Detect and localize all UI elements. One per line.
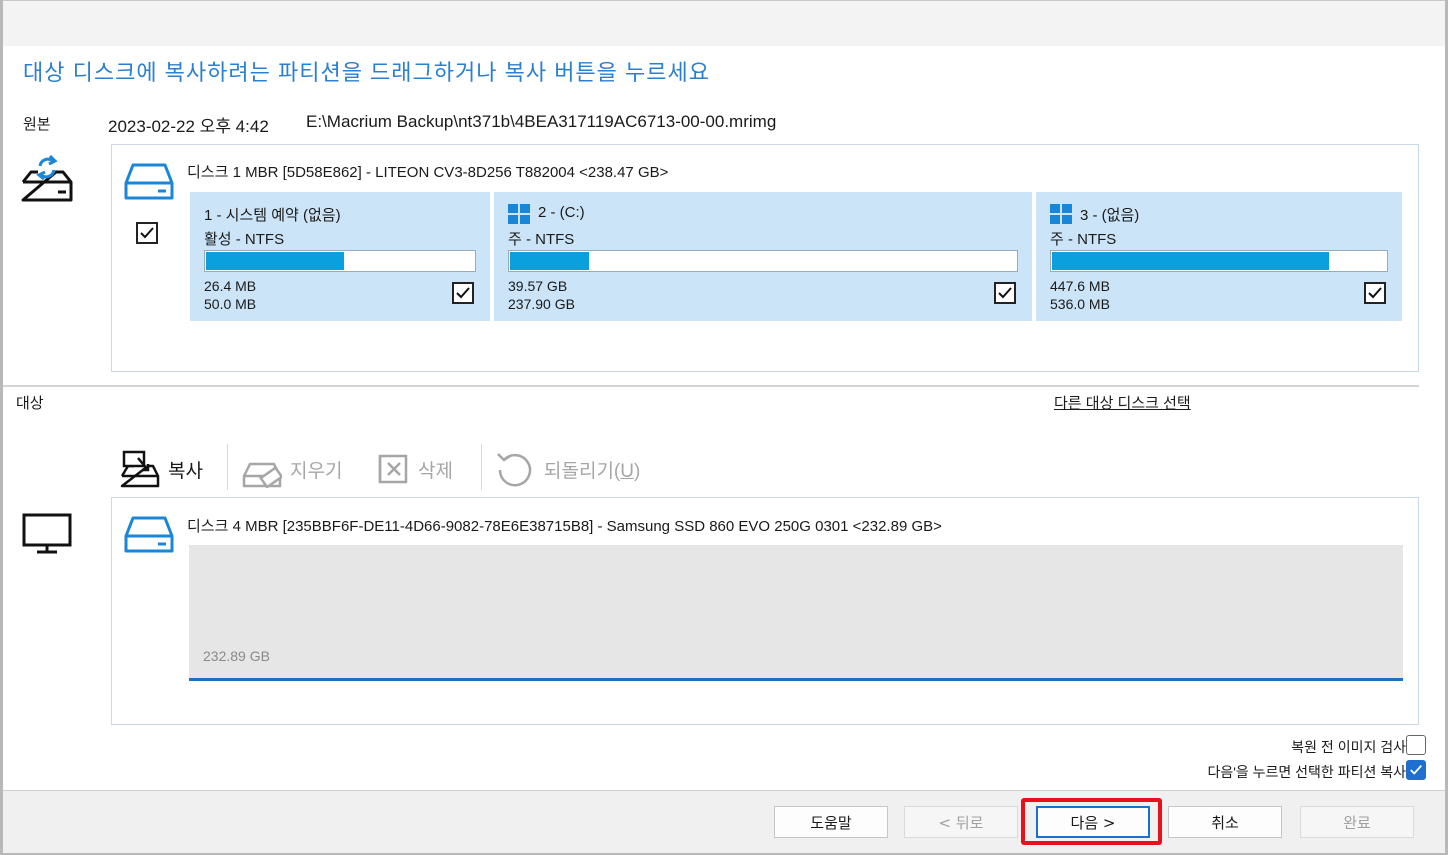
hard-disk-icon	[124, 163, 174, 200]
windows-logo-icon	[1050, 204, 1072, 224]
partition-total: 50.0 MB	[204, 296, 257, 312]
windows-logo-icon	[508, 204, 530, 224]
copy-selected-label: 다음'을 누르면 선택한 파티션 복사	[1207, 764, 1406, 780]
partition-used: 447.6 MB	[1050, 278, 1110, 294]
partition-1[interactable]: 1 - 시스템 예약 (없음) 활성 - NTFS 26.4 MB 50.0 M…	[190, 192, 490, 321]
partition-name: 2 - (C:)	[538, 204, 585, 221]
partition-name: 3 - (없음)	[1080, 207, 1140, 224]
source-label: 원본	[23, 116, 51, 133]
partition-type: 활성 - NTFS	[204, 231, 285, 248]
toolbar-separator	[481, 444, 482, 490]
computer-monitor-icon	[22, 513, 72, 554]
delete-button[interactable]: 삭제	[376, 446, 453, 492]
copy-label: 복사	[168, 460, 203, 482]
target-disk-title: 디스크 4 MBR [235BBF6F-DE11-4D66-9082-78E6E…	[187, 518, 942, 535]
partition-total: 237.90 GB	[508, 296, 575, 312]
partition-type: 주 - NTFS	[508, 231, 575, 248]
undo-label: 되돌리기(U)	[544, 456, 640, 483]
erase-button[interactable]: 지우기	[240, 446, 342, 492]
cancel-button[interactable]: 취소	[1168, 806, 1282, 838]
verify-image-label: 복원 전 이미지 검사	[1291, 739, 1406, 755]
image-restore-icon	[21, 154, 73, 202]
delete-label: 삭제	[418, 460, 453, 482]
unallocated-size: 232.89 GB	[203, 648, 270, 664]
partition-2-checkbox[interactable]	[994, 282, 1016, 304]
undo-accelerator-key: U	[620, 460, 634, 482]
section-divider	[3, 385, 1419, 387]
source-date: 2023-02-22 오후 4:42	[108, 117, 269, 136]
undo-label-suffix: )	[633, 460, 641, 482]
undo-icon	[497, 453, 532, 487]
partition-usage-bar	[508, 250, 1018, 272]
page-heading: 대상 디스크에 복사하려는 파티션을 드래그하거나 복사 버튼을 누르세요	[23, 60, 710, 85]
partition-3-checkbox[interactable]	[1364, 282, 1386, 304]
partition-usage-bar	[1050, 250, 1388, 272]
partition-2[interactable]: 2 - (C:) 주 - NTFS 39.57 GB 237.90 GB	[494, 192, 1032, 321]
erase-icon	[242, 462, 282, 488]
usage-fill	[1052, 252, 1329, 270]
help-button[interactable]: 도움말	[774, 806, 888, 838]
partition-type: 주 - NTFS	[1050, 231, 1117, 248]
partition-used: 39.57 GB	[508, 278, 568, 294]
select-other-target-disk-link[interactable]: 다른 대상 디스크 선택	[1054, 392, 1191, 413]
source-disk-checkbox[interactable]	[136, 222, 158, 244]
copy-selected-checkbox[interactable]	[1406, 760, 1426, 780]
finish-button[interactable]: 완료	[1300, 806, 1414, 838]
next-button-highlight	[1021, 798, 1162, 845]
source-path: E:\Macrium Backup\nt371b\4BEA317119AC671…	[306, 112, 777, 131]
hard-disk-icon	[124, 516, 174, 553]
copy-partition-icon	[120, 450, 160, 488]
verify-image-checkbox[interactable]	[1406, 735, 1426, 755]
undo-label-text: 되돌리기(	[544, 460, 621, 482]
erase-label: 지우기	[290, 460, 343, 482]
unallocated-space[interactable]: 232.89 GB	[189, 545, 1403, 681]
undo-button[interactable]: 되돌리기(U)	[494, 446, 640, 492]
target-label: 대상	[16, 395, 44, 412]
title-bar	[3, 0, 1445, 46]
partition-3[interactable]: 3 - (없음) 주 - NTFS 447.6 MB 536.0 MB	[1036, 192, 1402, 321]
partition-total: 536.0 MB	[1050, 296, 1110, 312]
partition-usage-bar	[204, 250, 476, 272]
partition-name: 1 - 시스템 예약 (없음)	[204, 207, 341, 224]
back-button[interactable]: < 뒤로	[904, 806, 1018, 838]
usage-fill	[206, 252, 345, 270]
partition-used: 26.4 MB	[204, 278, 257, 294]
usage-fill	[510, 252, 590, 270]
partition-1-checkbox[interactable]	[452, 282, 474, 304]
copy-button[interactable]: 복사	[118, 446, 203, 492]
delete-icon	[378, 454, 408, 484]
toolbar-separator	[227, 444, 228, 490]
source-disk-title: 디스크 1 MBR [5D58E862] - LITEON CV3-8D256 …	[187, 164, 669, 181]
